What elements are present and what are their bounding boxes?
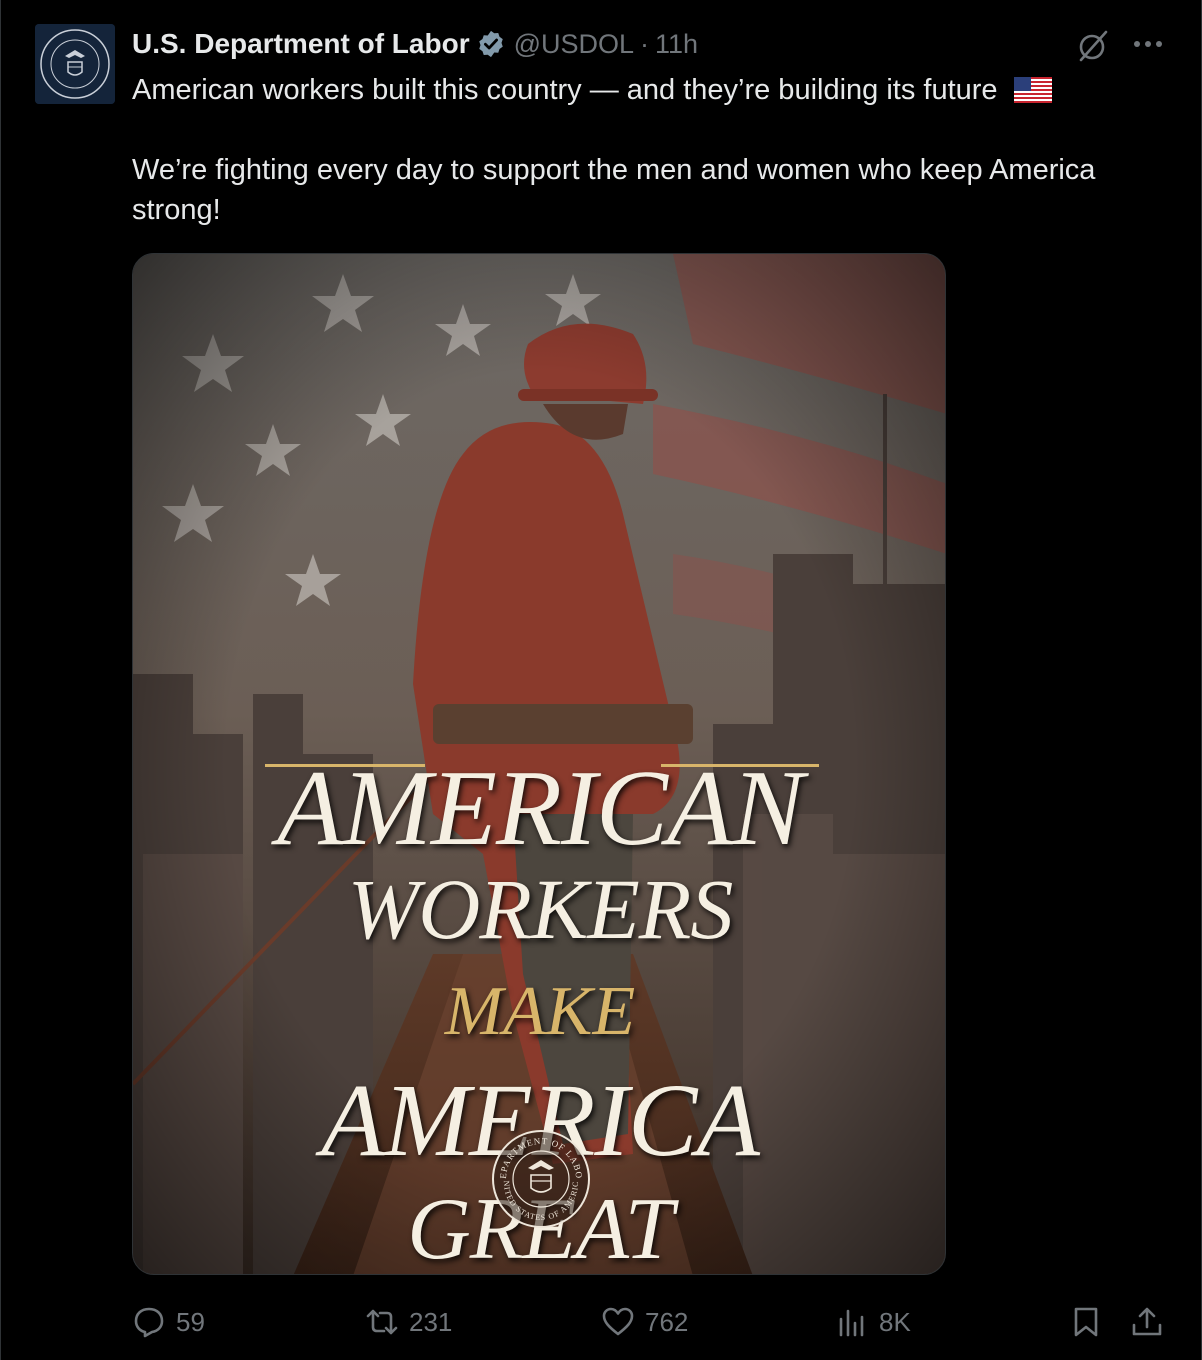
verified-badge-icon[interactable]	[476, 29, 506, 59]
tweet[interactable]: U.S. Department of Labor @USDOL · 11h Am…	[0, 0, 1202, 1360]
dol-seal-icon	[35, 24, 115, 104]
share-icon	[1132, 1307, 1162, 1336]
tweet-text: American workers built this country — an…	[132, 74, 998, 106]
share-button[interactable]	[1130, 1300, 1174, 1344]
reply-count: 59	[176, 1306, 205, 1337]
author-handle[interactable]: @USDOL	[514, 29, 634, 60]
grok-icon[interactable]	[1075, 28, 1111, 64]
tweet-text-paragraph2: We’re fighting every day to support the …	[132, 154, 1096, 226]
views-count: 8K	[879, 1306, 911, 1337]
poster-headline-make: MAKE	[444, 973, 636, 1050]
repost-button[interactable]: 231	[365, 1300, 452, 1344]
repost-icon	[366, 1309, 398, 1335]
reply-button[interactable]: 59	[132, 1300, 205, 1344]
poster-headline-american: AMERICAN	[277, 749, 804, 868]
poster-rule-right	[661, 764, 819, 767]
views-button[interactable]: 8K	[835, 1300, 911, 1344]
tweet-time[interactable]: 11h	[655, 29, 698, 60]
like-count: 762	[645, 1306, 689, 1337]
dol-seal-emblem-icon: DEPARTMENT OF LABOR UNITED STATES OF AME…	[490, 1128, 590, 1228]
like-button[interactable]: 762	[601, 1300, 688, 1344]
reply-icon	[134, 1307, 164, 1338]
heart-icon	[602, 1307, 634, 1336]
bookmark-icon	[1074, 1307, 1098, 1337]
tweet-text-line1: American workers built this country — an…	[132, 70, 1172, 110]
bookmark-button[interactable]	[1069, 1300, 1113, 1344]
tweet-header: U.S. Department of Labor @USDOL · 11h	[132, 26, 698, 62]
poster-headline-workers: WORKERS	[347, 861, 734, 957]
separator-dot: ·	[640, 28, 650, 59]
tweet-media-image[interactable]: AMERICAN WORKERS MAKE AMERICA GREAT DEPA…	[132, 253, 946, 1275]
us-flag-icon	[1013, 77, 1052, 103]
views-chart-icon	[839, 1309, 864, 1337]
author-name[interactable]: U.S. Department of Labor	[132, 28, 470, 60]
poster-rule-left	[265, 764, 425, 767]
author-avatar[interactable]	[35, 24, 115, 104]
tweet-actions-bar: 59 231 762 8K	[1, 1300, 1202, 1344]
repost-count: 231	[409, 1306, 453, 1337]
more-options-icon[interactable]	[1131, 32, 1165, 56]
